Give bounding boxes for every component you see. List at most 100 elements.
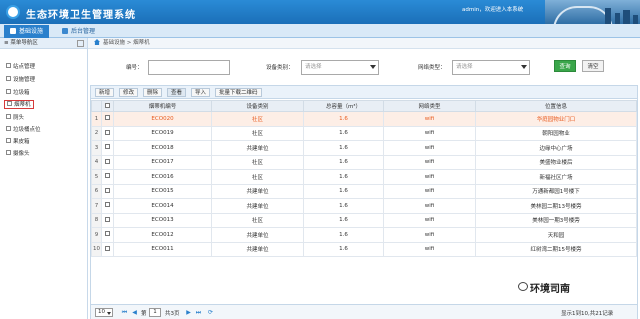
row-index: 4	[91, 154, 102, 170]
row-index: 3	[91, 140, 102, 156]
table-row[interactable]: 8 ECO013 社区 1.6 wifi 美林园一期3号楼旁	[91, 212, 637, 228]
row-checkbox[interactable]	[105, 173, 110, 179]
select-all-checkbox[interactable]	[105, 102, 110, 108]
chevron-down-icon	[370, 65, 376, 69]
row-checkbox[interactable]	[105, 245, 110, 251]
cell-location: 新福社区广场	[475, 169, 637, 185]
sidebar-item-site[interactable]: 站点管理	[6, 63, 35, 72]
table-row[interactable]: 1 ECO020 社区 1.6 wifi 华庭园物业门口	[91, 111, 637, 127]
net-select[interactable]: 请选择	[452, 60, 530, 75]
table-row[interactable]: 3 ECO018 共建单位 1.6 wifi 边缘中心广场	[91, 140, 637, 156]
type-select[interactable]: 请选择	[301, 60, 379, 75]
row-checkbox-cell[interactable]	[101, 198, 114, 214]
cell-capacity: 1.6	[303, 154, 384, 170]
cell-location: 朝阳园物业	[475, 125, 637, 141]
row-checkbox[interactable]	[105, 129, 110, 135]
batch-download-qr-button[interactable]: 批量下载二维码	[215, 88, 262, 97]
table-row[interactable]: 10 ECO011 共建单位 1.6 wifi 红树湾二期15号楼旁	[91, 241, 637, 257]
table-row[interactable]: 7 ECO014 共建单位 1.6 wifi 美林园二期13号楼旁	[91, 198, 637, 214]
row-index: 1	[91, 111, 102, 127]
cell-location: 华庭园物业门口	[475, 111, 637, 127]
row-checkbox[interactable]	[105, 187, 110, 193]
col-select-all[interactable]	[101, 100, 114, 112]
tab-infrastructure[interactable]: 基础设施	[4, 25, 50, 38]
sidebar-item-cigarette-bin[interactable]: 烟蒂机	[4, 100, 34, 109]
table-row[interactable]: 9 ECO012 共建单位 1.6 wifi 天和园	[91, 227, 637, 243]
next-page-icon[interactable]: ▶	[185, 309, 192, 316]
sidebar-item-bin-point[interactable]: 垃圾桶点位	[6, 126, 41, 135]
page-size-select[interactable]: 10	[95, 308, 113, 317]
cell-network: wifi	[383, 212, 476, 228]
cell-location: 边缘中心广场	[475, 140, 637, 156]
cell-network: wifi	[383, 111, 476, 127]
cell-code: ECO018	[113, 140, 212, 156]
clear-button[interactable]: 清空	[582, 60, 604, 72]
collapse-button[interactable]	[77, 40, 84, 47]
row-index: 7	[91, 198, 102, 214]
first-page-icon[interactable]: ⏮	[121, 309, 128, 316]
query-button[interactable]: 查询	[554, 60, 576, 72]
delete-button[interactable]: 删除	[143, 88, 163, 97]
row-checkbox-cell[interactable]	[101, 227, 114, 243]
table-row[interactable]: 2 ECO019 社区 1.6 wifi 朝阳园物业	[91, 125, 637, 141]
settings-icon	[62, 28, 68, 34]
cell-network: wifi	[383, 140, 476, 156]
refresh-icon[interactable]: ⟳	[207, 309, 214, 316]
row-checkbox[interactable]	[105, 202, 110, 208]
pagination-bar: 10 ⏮ ◀ 第 1 共3页 ▶ ⏭ ⟳ 显示1到10,共21记录	[91, 304, 637, 319]
cell-code: ECO016	[113, 169, 212, 185]
cell-capacity: 1.6	[303, 227, 384, 243]
last-page-icon[interactable]: ⏭	[195, 309, 202, 316]
cell-code: ECO011	[113, 241, 212, 257]
row-checkbox[interactable]	[105, 231, 110, 237]
cell-location: 天和园	[475, 227, 637, 243]
cell-type: 社区	[211, 154, 304, 170]
tab-admin[interactable]: 后台管理	[56, 25, 101, 38]
row-checkbox-cell[interactable]	[101, 183, 114, 199]
add-button[interactable]: 新增	[95, 88, 115, 97]
app-title: 生态环境卫生管理系统	[26, 10, 136, 21]
sidebar-item-camera[interactable]: 摄像头	[6, 150, 30, 159]
sidebar-item-trash-box[interactable]: 垃圾箱	[6, 89, 30, 98]
row-index: 9	[91, 227, 102, 243]
row-checkbox[interactable]	[105, 115, 110, 121]
row-checkbox-cell[interactable]	[101, 154, 114, 170]
row-checkbox-cell[interactable]	[101, 241, 114, 257]
table-row[interactable]: 6 ECO015 共建单位 1.6 wifi 万通新都园1号楼下	[91, 183, 637, 199]
cell-location: 红树湾二期15号楼旁	[475, 241, 637, 257]
cell-code: ECO019	[113, 125, 212, 141]
header-banner-image	[545, 0, 640, 24]
table-row[interactable]: 4 ECO017 社区 1.6 wifi 美盛物业楼后	[91, 154, 637, 170]
app-header: 生态环境卫生管理系统 admin，欢迎进入本系统	[0, 0, 640, 24]
row-checkbox[interactable]	[105, 144, 110, 150]
row-checkbox[interactable]	[105, 216, 110, 222]
row-checkbox-cell[interactable]	[101, 125, 114, 141]
table-row[interactable]: 5 ECO016 社区 1.6 wifi 新福社区广场	[91, 169, 637, 185]
chevron-down-icon	[521, 65, 527, 69]
cell-type: 共建单位	[211, 241, 304, 257]
view-button[interactable]: 查看	[167, 88, 187, 97]
sidebar-item-toilet[interactable]: 厕头	[6, 114, 24, 123]
row-checkbox-cell[interactable]	[101, 169, 114, 185]
col-location: 位置信息	[475, 100, 637, 112]
sidebar-title: ≡ 菜单导航区	[0, 38, 87, 49]
edit-button[interactable]: 修改	[119, 88, 139, 97]
code-input[interactable]	[148, 60, 230, 75]
row-checkbox-cell[interactable]	[101, 111, 114, 127]
cell-network: wifi	[383, 169, 476, 185]
row-checkbox-cell[interactable]	[101, 140, 114, 156]
cell-location: 美盛物业楼后	[475, 154, 637, 170]
watermark: 环境司南	[530, 284, 570, 295]
record-summary: 显示1到10,共21记录	[561, 311, 614, 317]
logo-icon	[6, 5, 20, 19]
table-header-row: 烟蒂机编号 设备类别 总容量（m³） 网络类型 位置信息	[91, 100, 637, 112]
cell-capacity: 1.6	[303, 198, 384, 214]
prev-page-icon[interactable]: ◀	[131, 309, 138, 316]
row-checkbox-cell[interactable]	[101, 212, 114, 228]
page-number-input[interactable]: 1	[149, 308, 161, 317]
row-checkbox[interactable]	[105, 158, 110, 164]
cell-type: 社区	[211, 111, 304, 127]
import-button[interactable]: 导入	[191, 88, 211, 97]
sidebar-item-peel-box[interactable]: 果皮箱	[6, 138, 30, 147]
sidebar-item-facility[interactable]: 设施管理	[6, 76, 35, 85]
